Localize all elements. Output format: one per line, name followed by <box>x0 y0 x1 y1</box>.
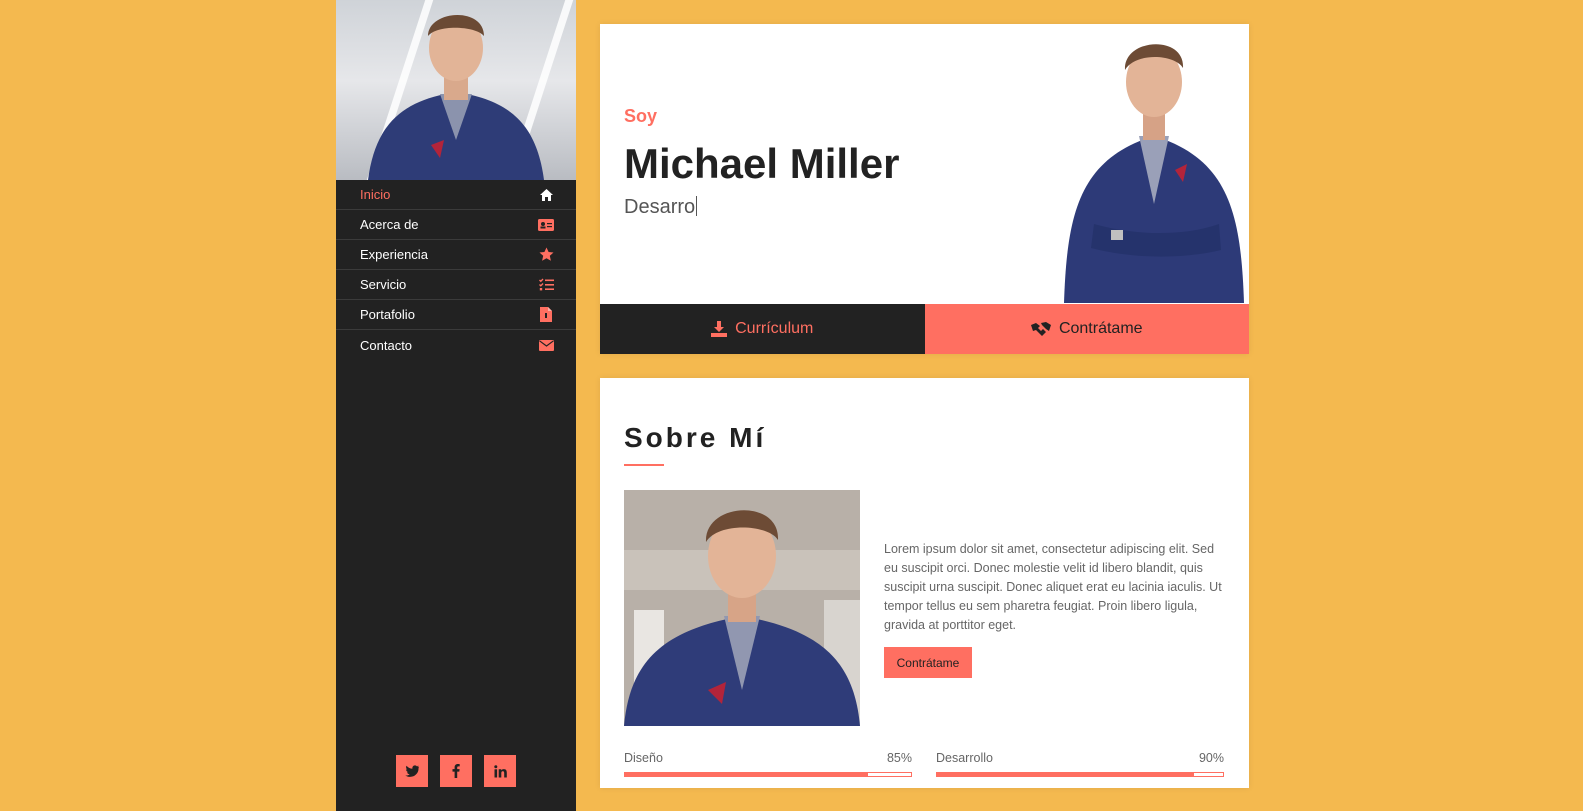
skill-progress-fill <box>625 773 869 776</box>
hero-role-text: Desarro <box>624 196 696 218</box>
sidebar-item-label: Acerca de <box>360 217 419 232</box>
sidebar-item-label: Portafolio <box>360 307 415 322</box>
hire-me-label: Contrátame <box>1058 320 1143 337</box>
sidebar-item-label: Servicio <box>360 277 407 292</box>
hero-name: Michael Miller <box>624 140 900 187</box>
sidebar-item-label: Inicio <box>360 187 391 202</box>
star-icon <box>538 247 554 263</box>
sidebar-item-label: Experiencia <box>360 247 428 262</box>
sidebar-item-contacto[interactable]: Contacto <box>336 330 576 360</box>
file-icon <box>538 307 554 323</box>
handshake-icon <box>1030 322 1051 336</box>
sidebar-item-inicio[interactable]: Inicio <box>336 180 576 210</box>
twitter-button[interactable] <box>396 755 428 787</box>
skill-progress-bar <box>936 772 1224 777</box>
skill-development: Desarrollo 90% <box>936 751 1224 777</box>
skill-percent: 85% <box>886 751 912 765</box>
sidebar-item-portafolio[interactable]: Portafolio <box>336 300 576 330</box>
about-section: Sobre Mí Lorem ipsum dolor sit amet, con… <box>600 378 1249 788</box>
skill-design: Diseño 85% <box>624 751 912 777</box>
about-hire-button[interactable]: Contrátame <box>884 647 972 678</box>
skill-percent: 90% <box>1198 751 1224 765</box>
hero-portrait <box>1059 24 1249 303</box>
skill-progress-bar <box>624 772 912 777</box>
sidebar-item-experiencia[interactable]: Experiencia <box>336 240 576 270</box>
download-cv-label: Currículum <box>735 320 814 337</box>
id-card-icon <box>538 217 554 233</box>
envelope-icon <box>538 337 554 353</box>
twitter-icon <box>405 765 419 777</box>
social-links <box>336 755 576 787</box>
home-icon <box>538 187 554 203</box>
sidebar: Inicio Acerca de Experiencia Servicio Po… <box>336 0 576 811</box>
facebook-icon <box>452 764 460 778</box>
about-description: Lorem ipsum dolor sit amet, consectetur … <box>884 542 1222 632</box>
hire-me-button[interactable]: Contrátame <box>924 304 1249 354</box>
hero-actions: Currículum Contrátame <box>600 304 1249 354</box>
sidebar-item-label: Contacto <box>360 337 413 353</box>
skill-name: Diseño <box>624 751 663 765</box>
sidebar-item-servicio[interactable]: Servicio <box>336 270 576 300</box>
hero-section: Soy Michael Miller Desarro Currículum Co… <box>600 24 1249 354</box>
skill-progress-fill <box>937 773 1195 776</box>
facebook-button[interactable] <box>440 755 472 787</box>
download-icon <box>711 321 728 337</box>
about-photo <box>624 490 860 726</box>
typing-cursor <box>696 196 698 216</box>
download-cv-button[interactable]: Currículum <box>600 304 925 354</box>
title-underline <box>624 464 664 466</box>
linkedin-icon <box>493 764 507 777</box>
task-list-icon <box>538 277 554 293</box>
linkedin-button[interactable] <box>484 755 516 787</box>
sidebar-nav: Inicio Acerca de Experiencia Servicio Po… <box>336 180 576 360</box>
skill-name: Desarrollo <box>936 751 993 765</box>
sidebar-item-acerca-de[interactable]: Acerca de <box>336 210 576 240</box>
profile-photo <box>336 0 576 180</box>
hero-role: Desarro <box>624 196 698 219</box>
about-title: Sobre Mí <box>624 422 767 453</box>
hero-intro: Soy <box>624 106 658 126</box>
